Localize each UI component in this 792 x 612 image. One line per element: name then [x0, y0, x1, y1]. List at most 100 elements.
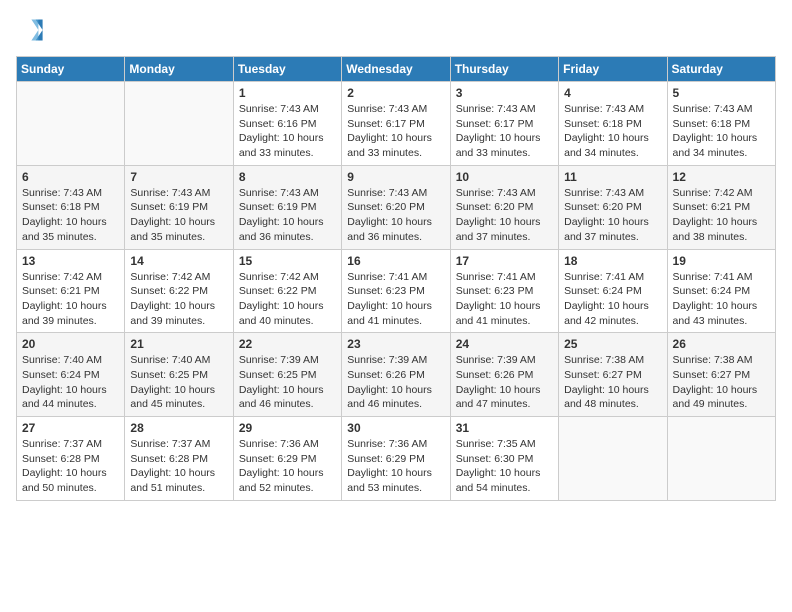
week-row-2: 6Sunrise: 7:43 AMSunset: 6:18 PMDaylight… — [17, 165, 776, 249]
day-info: Sunrise: 7:43 AMSunset: 6:16 PMDaylight:… — [239, 102, 336, 161]
day-info: Sunrise: 7:40 AMSunset: 6:25 PMDaylight:… — [130, 353, 227, 412]
day-number: 12 — [673, 170, 770, 184]
day-info: Sunrise: 7:43 AMSunset: 6:18 PMDaylight:… — [673, 102, 770, 161]
logo-icon — [16, 16, 44, 44]
day-number: 11 — [564, 170, 661, 184]
day-cell: 2Sunrise: 7:43 AMSunset: 6:17 PMDaylight… — [342, 82, 450, 166]
day-info: Sunrise: 7:40 AMSunset: 6:24 PMDaylight:… — [22, 353, 119, 412]
day-cell — [17, 82, 125, 166]
day-number: 30 — [347, 421, 444, 435]
day-info: Sunrise: 7:37 AMSunset: 6:28 PMDaylight:… — [130, 437, 227, 496]
day-info: Sunrise: 7:41 AMSunset: 6:24 PMDaylight:… — [564, 270, 661, 329]
day-cell: 3 Sunrise: 7:43 AMSunset: 6:17 PMDaylight… — [450, 82, 558, 166]
day-cell: 30 Sunrise: 7:36 AMSunset: 6:29 PMDayligh… — [342, 417, 450, 501]
day-number: 4 — [564, 86, 661, 100]
day-cell: 1 Sunrise: 7:43 AMSunset: 6:16 PMDaylight… — [233, 82, 341, 166]
header-row: SundayMondayTuesdayWednesdayThursdayFrid… — [17, 57, 776, 82]
day-number: 14 — [130, 254, 227, 268]
day-info: Sunrise: 7:42 AMSunset: 6:21 PMDaylight:… — [673, 186, 770, 245]
day-number: 28 — [130, 421, 227, 435]
day-cell — [667, 417, 775, 501]
day-cell: 20 Sunrise: 7:40 AMSunset: 6:24 PMDayligh… — [17, 333, 125, 417]
day-cell: 10 Sunrise: 7:43 AMSunset: 6:20 PMDayligh… — [450, 165, 558, 249]
col-header-thursday: Thursday — [450, 57, 558, 82]
day-info: Sunrise: 7:36 AMSunset: 6:29 PMDaylight:… — [239, 437, 336, 496]
day-number: 23 — [347, 337, 444, 351]
day-cell: 29 Sunrise: 7:36 AMSunset: 6:29 PMDayligh… — [233, 417, 341, 501]
day-info: Sunrise: 7:38 AMSunset: 6:27 PMDaylight:… — [673, 353, 770, 412]
logo — [16, 16, 46, 44]
col-header-wednesday: Wednesday — [342, 57, 450, 82]
day-cell: 25 Sunrise: 7:38 AMSunset: 6:27 PMDayligh… — [559, 333, 667, 417]
day-cell: 23Sunrise: 7:39 AMSunset: 6:26 PMDayligh… — [342, 333, 450, 417]
day-info: Sunrise: 7:41 AMSunset: 6:23 PMDaylight:… — [347, 270, 444, 329]
day-cell: 19Sunrise: 7:41 AMSunset: 6:24 PMDayligh… — [667, 249, 775, 333]
day-cell: 8Sunrise: 7:43 AMSunset: 6:19 PMDaylight… — [233, 165, 341, 249]
day-info: Sunrise: 7:43 AMSunset: 6:20 PMDaylight:… — [456, 186, 553, 245]
week-row-5: 27 Sunrise: 7:37 AMSunset: 6:28 PMDayligh… — [17, 417, 776, 501]
day-info: Sunrise: 7:38 AMSunset: 6:27 PMDaylight:… — [564, 353, 661, 412]
day-cell: 4 Sunrise: 7:43 AMSunset: 6:18 PMDaylight… — [559, 82, 667, 166]
day-info: Sunrise: 7:41 AMSunset: 6:24 PMDaylight:… — [673, 270, 770, 329]
day-info: Sunrise: 7:37 AMSunset: 6:28 PMDaylight:… — [22, 437, 119, 496]
day-info: Sunrise: 7:39 AMSunset: 6:26 PMDaylight:… — [456, 353, 553, 412]
day-number: 1 — [239, 86, 336, 100]
day-cell: 6Sunrise: 7:43 AMSunset: 6:18 PMDaylight… — [17, 165, 125, 249]
day-cell: 24 Sunrise: 7:39 AMSunset: 6:26 PMDayligh… — [450, 333, 558, 417]
day-number: 3 — [456, 86, 553, 100]
day-cell: 11 Sunrise: 7:43 AMSunset: 6:20 PMDayligh… — [559, 165, 667, 249]
day-number: 20 — [22, 337, 119, 351]
day-cell — [125, 82, 233, 166]
day-info: Sunrise: 7:39 AMSunset: 6:25 PMDaylight:… — [239, 353, 336, 412]
day-number: 26 — [673, 337, 770, 351]
day-info: Sunrise: 7:42 AMSunset: 6:22 PMDaylight:… — [130, 270, 227, 329]
day-cell — [559, 417, 667, 501]
col-header-friday: Friday — [559, 57, 667, 82]
day-number: 21 — [130, 337, 227, 351]
day-cell: 22 Sunrise: 7:39 AMSunset: 6:25 PMDayligh… — [233, 333, 341, 417]
day-cell: 31Sunrise: 7:35 AMSunset: 6:30 PMDayligh… — [450, 417, 558, 501]
day-cell: 9Sunrise: 7:43 AMSunset: 6:20 PMDaylight… — [342, 165, 450, 249]
day-number: 7 — [130, 170, 227, 184]
day-number: 2 — [347, 86, 444, 100]
day-number: 15 — [239, 254, 336, 268]
day-cell: 12 Sunrise: 7:42 AMSunset: 6:21 PMDayligh… — [667, 165, 775, 249]
day-cell: 13Sunrise: 7:42 AMSunset: 6:21 PMDayligh… — [17, 249, 125, 333]
day-number: 24 — [456, 337, 553, 351]
col-header-tuesday: Tuesday — [233, 57, 341, 82]
day-number: 18 — [564, 254, 661, 268]
day-number: 5 — [673, 86, 770, 100]
day-cell: 17 Sunrise: 7:41 AMSunset: 6:23 PMDayligh… — [450, 249, 558, 333]
col-header-saturday: Saturday — [667, 57, 775, 82]
day-info: Sunrise: 7:43 AMSunset: 6:20 PMDaylight:… — [564, 186, 661, 245]
col-header-monday: Monday — [125, 57, 233, 82]
day-cell: 18 Sunrise: 7:41 AMSunset: 6:24 PMDayligh… — [559, 249, 667, 333]
day-cell: 21 Sunrise: 7:40 AMSunset: 6:25 PMDayligh… — [125, 333, 233, 417]
day-number: 29 — [239, 421, 336, 435]
day-info: Sunrise: 7:43 AMSunset: 6:18 PMDaylight:… — [564, 102, 661, 161]
day-cell: 27 Sunrise: 7:37 AMSunset: 6:28 PMDayligh… — [17, 417, 125, 501]
calendar-table: SundayMondayTuesdayWednesdayThursdayFrid… — [16, 56, 776, 501]
week-row-3: 13Sunrise: 7:42 AMSunset: 6:21 PMDayligh… — [17, 249, 776, 333]
day-number: 22 — [239, 337, 336, 351]
day-number: 31 — [456, 421, 553, 435]
day-info: Sunrise: 7:41 AMSunset: 6:23 PMDaylight:… — [456, 270, 553, 329]
day-number: 6 — [22, 170, 119, 184]
day-number: 16 — [347, 254, 444, 268]
day-number: 9 — [347, 170, 444, 184]
day-cell: 26 Sunrise: 7:38 AMSunset: 6:27 PMDayligh… — [667, 333, 775, 417]
day-info: Sunrise: 7:43 AMSunset: 6:17 PMDaylight:… — [456, 102, 553, 161]
day-cell: 5 Sunrise: 7:43 AMSunset: 6:18 PMDaylight… — [667, 82, 775, 166]
day-info: Sunrise: 7:42 AMSunset: 6:22 PMDaylight:… — [239, 270, 336, 329]
day-number: 27 — [22, 421, 119, 435]
day-info: Sunrise: 7:36 AMSunset: 6:29 PMDaylight:… — [347, 437, 444, 496]
day-info: Sunrise: 7:43 AMSunset: 6:19 PMDaylight:… — [130, 186, 227, 245]
day-number: 10 — [456, 170, 553, 184]
day-cell: 14 Sunrise: 7:42 AMSunset: 6:22 PMDayligh… — [125, 249, 233, 333]
day-number: 13 — [22, 254, 119, 268]
col-header-sunday: Sunday — [17, 57, 125, 82]
day-number: 17 — [456, 254, 553, 268]
day-info: Sunrise: 7:43 AMSunset: 6:19 PMDaylight:… — [239, 186, 336, 245]
day-cell: 28 Sunrise: 7:37 AMSunset: 6:28 PMDayligh… — [125, 417, 233, 501]
day-number: 25 — [564, 337, 661, 351]
